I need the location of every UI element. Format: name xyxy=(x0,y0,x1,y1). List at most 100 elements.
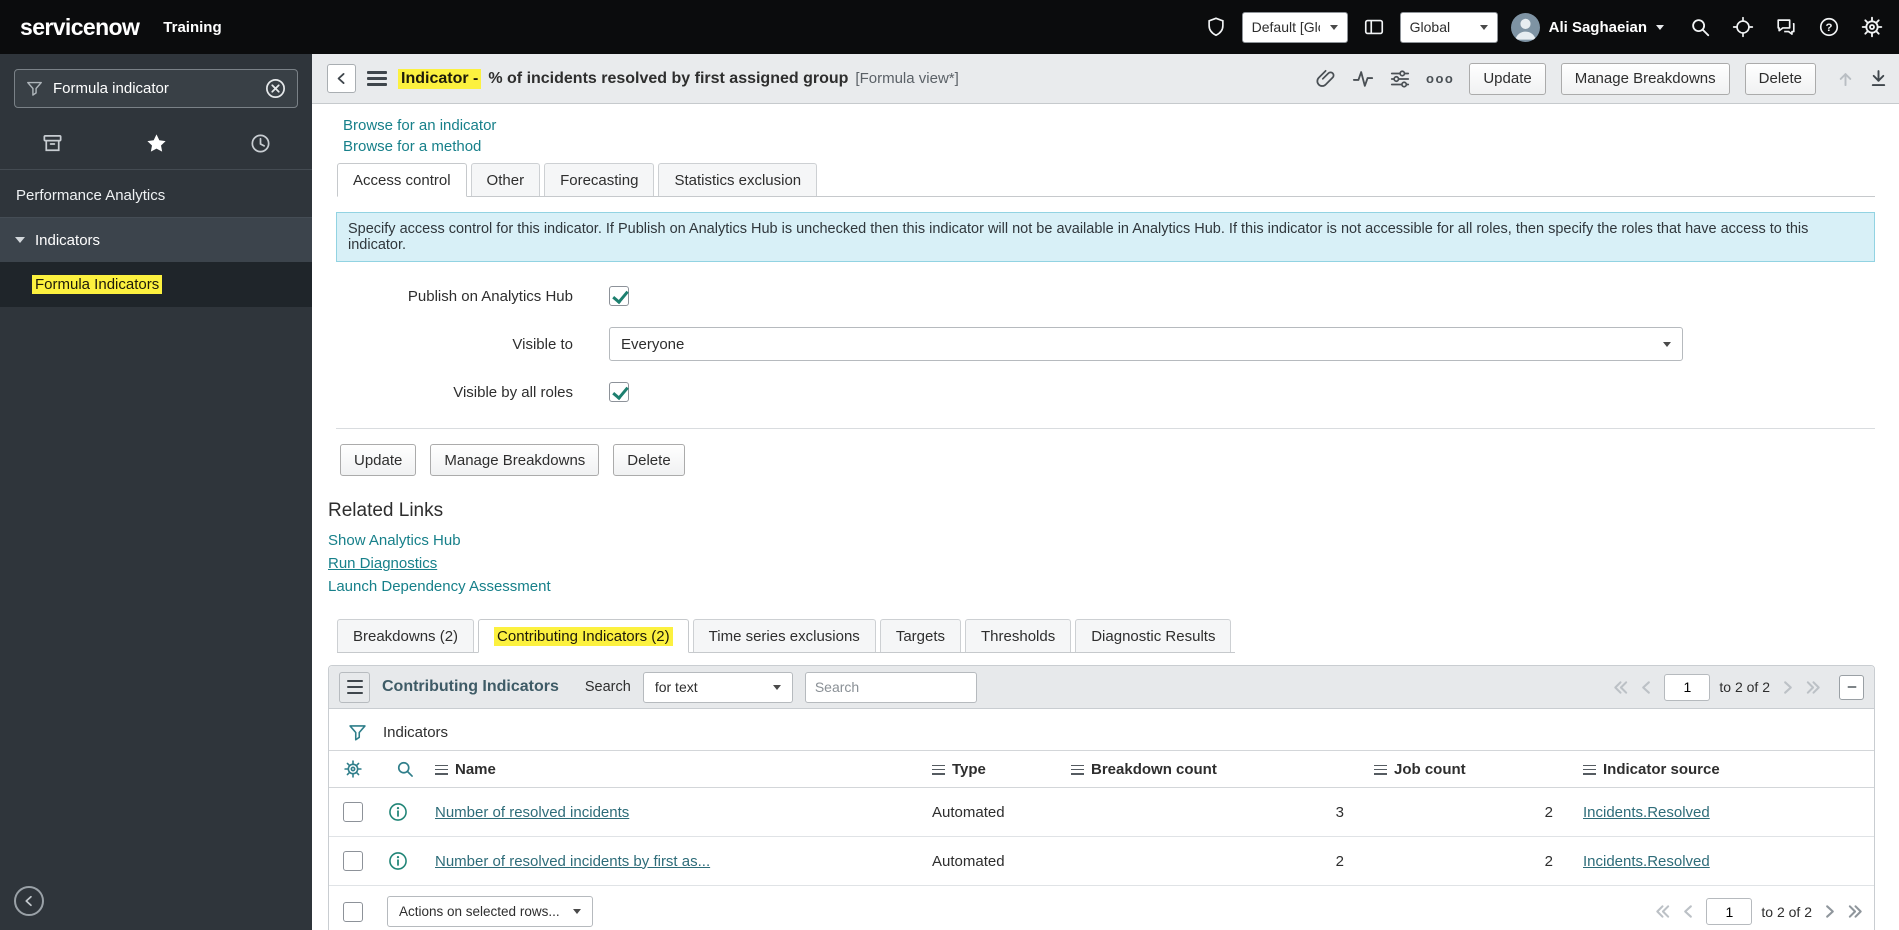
launch-dependency-assessment-link[interactable]: Launch Dependency Assessment xyxy=(328,578,1875,595)
connect-crosshair-icon[interactable] xyxy=(1730,14,1756,40)
list-search-input[interactable] xyxy=(804,671,977,703)
type-cell: Automated xyxy=(926,787,1065,837)
list-search-icon[interactable] xyxy=(395,759,415,779)
history-tab[interactable] xyxy=(208,132,312,155)
select-all-checkbox[interactable] xyxy=(343,901,363,922)
pager-row-input[interactable] xyxy=(1706,898,1753,925)
arrow-up-icon[interactable] xyxy=(1835,68,1856,89)
list-gear-icon[interactable] xyxy=(343,759,363,779)
tab-diagnostic-results[interactable]: Diagnostic Results xyxy=(1075,619,1232,652)
browse-for-indicator-link[interactable]: Browse for an indicator xyxy=(343,117,1875,134)
all-applications-tab[interactable] xyxy=(0,132,104,155)
tab-contributing-indicators[interactable]: Contributing Indicators (2) xyxy=(478,619,689,653)
tab-thresholds[interactable]: Thresholds xyxy=(965,619,1072,652)
sidebar-item-formula-indicators[interactable]: Formula Indicators xyxy=(0,262,312,307)
sidebar-collapse-button[interactable] xyxy=(14,886,44,916)
record-preview-info-icon[interactable] xyxy=(387,850,409,872)
tab-access-control[interactable]: Access control xyxy=(337,163,467,197)
column-menu-icon[interactable] xyxy=(932,764,945,775)
row-checkbox[interactable] xyxy=(343,851,363,871)
delete-button[interactable]: Delete xyxy=(1744,62,1816,95)
application-scope-picker[interactable]: Global xyxy=(1399,11,1498,43)
record-link[interactable]: Number of resolved incidents xyxy=(435,804,629,821)
list-context-menu-icon[interactable] xyxy=(339,671,370,703)
clock-icon xyxy=(250,134,270,153)
archive-box-icon xyxy=(42,134,62,152)
column-menu-icon[interactable] xyxy=(1583,764,1596,775)
field-publish-on-analytics-hub: Publish on Analytics Hub xyxy=(336,286,1875,306)
last-page-icon[interactable] xyxy=(1847,903,1864,920)
gear-icon[interactable] xyxy=(1859,14,1885,40)
previous-page-icon[interactable] xyxy=(1680,903,1697,920)
column-header-breakdown-count[interactable]: Breakdown count xyxy=(1065,750,1368,788)
personalize-form-sliders-icon[interactable] xyxy=(1389,68,1411,90)
manage-breakdowns-button[interactable]: Manage Breakdowns xyxy=(1560,62,1730,95)
funnel-icon[interactable] xyxy=(347,722,368,743)
column-header-name[interactable]: Name xyxy=(429,750,926,788)
publish-checkbox[interactable] xyxy=(609,286,629,306)
column-header-indicator-source[interactable]: Indicator source xyxy=(1577,750,1874,788)
actions-on-selected-rows-select[interactable]: Actions on selected rows... xyxy=(387,896,593,927)
list-collapse-icon[interactable] xyxy=(1839,674,1864,700)
first-page-icon[interactable] xyxy=(1654,903,1671,920)
record-preview-info-icon[interactable] xyxy=(387,801,409,823)
attachment-paperclip-icon[interactable] xyxy=(1315,68,1337,90)
search-field-select[interactable]: for text xyxy=(642,671,793,703)
column-header-job-count[interactable]: Job count xyxy=(1368,750,1577,788)
visible-all-roles-checkbox[interactable] xyxy=(609,382,629,402)
pager-row-input[interactable] xyxy=(1664,673,1711,701)
activity-stream-icon[interactable] xyxy=(1352,68,1374,90)
help-icon[interactable]: ? xyxy=(1816,14,1842,40)
record-link[interactable]: Number of resolved incidents by first as… xyxy=(435,853,710,870)
tab-forecasting[interactable]: Forecasting xyxy=(544,163,655,196)
type-cell: Automated xyxy=(926,836,1065,886)
indicator-source-link[interactable]: Incidents.Resolved xyxy=(1583,804,1710,821)
delete-button-bottom[interactable]: Delete xyxy=(613,444,685,476)
column-menu-icon[interactable] xyxy=(1071,764,1084,775)
shield-icon[interactable] xyxy=(1203,14,1229,40)
manage-breakdowns-button-bottom[interactable]: Manage Breakdowns xyxy=(430,444,600,476)
list-footer: Actions on selected rows... to 2 of 2 xyxy=(329,886,1874,930)
row-checkbox[interactable] xyxy=(343,802,363,822)
next-page-icon[interactable] xyxy=(1821,903,1838,920)
tab-other[interactable]: Other xyxy=(470,163,541,196)
search-icon[interactable] xyxy=(1687,14,1713,40)
avatar xyxy=(1510,12,1540,42)
back-button[interactable] xyxy=(327,64,356,93)
chevron-down-icon xyxy=(1329,24,1338,30)
previous-page-icon[interactable] xyxy=(1638,679,1655,696)
run-diagnostics-link[interactable]: Run Diagnostics xyxy=(328,555,1875,572)
tab-time-series-exclusions[interactable]: Time series exclusions xyxy=(692,619,876,652)
browse-for-method-link[interactable]: Browse for a method xyxy=(343,138,1875,155)
tab-targets[interactable]: Targets xyxy=(879,619,962,652)
star-icon xyxy=(146,134,166,152)
user-menu[interactable]: Ali Saghaeian xyxy=(1510,12,1664,42)
last-page-icon[interactable] xyxy=(1805,679,1822,696)
next-page-icon[interactable] xyxy=(1779,679,1796,696)
sidebar-toggle-icon[interactable] xyxy=(1361,14,1387,40)
chevron-down-icon xyxy=(1656,24,1664,30)
first-page-icon[interactable] xyxy=(1612,679,1629,696)
arrow-down-to-line-icon[interactable] xyxy=(1868,68,1889,89)
breadcrumb-label[interactable]: Indicators xyxy=(383,724,448,741)
visible-to-select[interactable]: Everyone xyxy=(609,327,1683,361)
navigator-filter-input[interactable] xyxy=(53,80,255,97)
more-options-icon[interactable]: ooo xyxy=(1426,71,1454,86)
column-menu-icon[interactable] xyxy=(1374,764,1387,775)
update-button-bottom[interactable]: Update xyxy=(340,444,417,476)
favorites-tab[interactable] xyxy=(104,132,208,155)
chat-icon[interactable] xyxy=(1773,14,1799,40)
update-set-picker[interactable]: Default [Glo xyxy=(1241,11,1348,43)
sidebar-group-indicators[interactable]: Indicators xyxy=(0,217,312,262)
show-analytics-hub-link[interactable]: Show Analytics Hub xyxy=(328,532,1875,549)
column-menu-icon[interactable] xyxy=(435,764,448,775)
list-header: Contributing Indicators Search for text … xyxy=(329,666,1874,709)
clear-filter-icon[interactable] xyxy=(264,77,287,100)
form-context-menu-icon[interactable] xyxy=(367,71,387,86)
update-button[interactable]: Update xyxy=(1469,62,1546,95)
user-name: Ali Saghaeian xyxy=(1548,18,1647,36)
indicator-source-link[interactable]: Incidents.Resolved xyxy=(1583,853,1710,870)
tab-breakdowns[interactable]: Breakdowns (2) xyxy=(337,619,475,652)
tab-statistics-exclusion[interactable]: Statistics exclusion xyxy=(658,163,818,196)
column-header-type[interactable]: Type xyxy=(926,750,1065,788)
